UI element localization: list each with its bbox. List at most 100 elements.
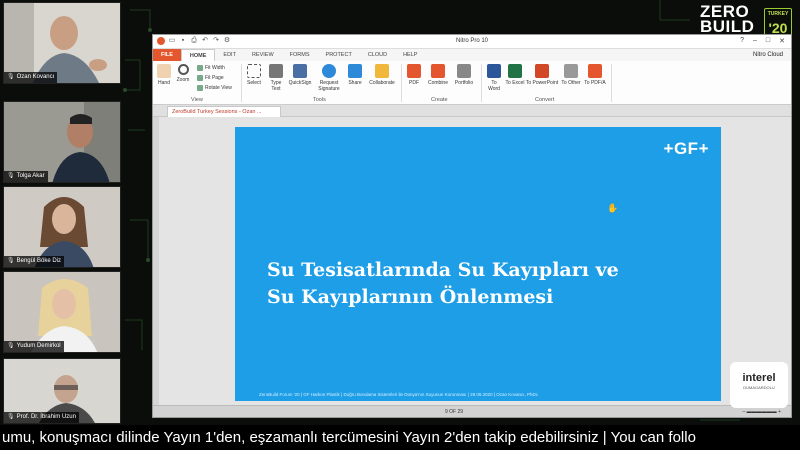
type-text-icon bbox=[269, 64, 283, 78]
document-tabs: ZeroBuild Turkey Sessions - Ozan ... bbox=[153, 105, 791, 117]
hand-button[interactable]: Hand bbox=[155, 64, 173, 86]
hand-label: Hand bbox=[158, 80, 170, 86]
fit-page-label: Fit Page bbox=[205, 75, 224, 81]
combine-button[interactable]: Combine bbox=[425, 64, 451, 86]
tab-cloud[interactable]: CLOUD bbox=[360, 49, 395, 61]
participant-list: 🎙 Ozan Kovancı 🎙 Tolga Akar 🎙 Bengül Bök… bbox=[3, 0, 121, 425]
request-signature-icon bbox=[322, 64, 336, 78]
rotate-view-button[interactable]: Rotate View bbox=[197, 85, 232, 91]
help-icon[interactable]: ? bbox=[740, 37, 744, 45]
quicksign-label: QuickSign bbox=[288, 80, 312, 86]
sponsor-sub: DUMAGARDOLU bbox=[743, 385, 775, 390]
window-controls: ? – □ ✕ bbox=[740, 37, 785, 45]
to-pdfa-label: To PDF/A bbox=[584, 80, 606, 86]
participant-name: Yudum Demirkol bbox=[16, 343, 61, 349]
participant-tile: 🎙 Ozan Kovancı bbox=[3, 2, 121, 84]
participant-tile: 🎙 Tolga Akar bbox=[3, 101, 121, 183]
share-button[interactable]: Share bbox=[345, 64, 365, 86]
ribbon-separator bbox=[401, 64, 402, 102]
to-word-button[interactable]: To Word bbox=[485, 64, 503, 92]
gf-logo: +GF+ bbox=[663, 139, 709, 158]
rotate-view-label: Rotate View bbox=[205, 85, 232, 91]
participant-tile: 🎙 Prof. Dr. İbrahim Uzun bbox=[3, 358, 121, 424]
ribbon-separator bbox=[481, 64, 482, 102]
presentation-slide: +GF+ ✋ Su Tesisatlarında Su Kayıpları ve… bbox=[235, 127, 721, 401]
page-indicator[interactable]: 9 OF 29 bbox=[445, 409, 463, 415]
tab-file[interactable]: FILE bbox=[153, 49, 181, 61]
collaborate-label: Collaborate bbox=[369, 80, 395, 86]
tab-forms[interactable]: FORMS bbox=[282, 49, 318, 61]
fit-width-button[interactable]: Fit Width bbox=[197, 65, 225, 71]
ribbon-separator bbox=[611, 64, 612, 102]
title-bar: ▭ ▪ ⎙ ↶ ↷ ⚙ Nitro Pro 10 ? – □ ✕ bbox=[153, 35, 791, 49]
tab-review[interactable]: REVIEW bbox=[244, 49, 282, 61]
collaborate-button[interactable]: Collaborate bbox=[367, 64, 397, 86]
status-bar: 9 OF 29 – ▬▬▬▬▬▬ + bbox=[153, 405, 791, 417]
share-icon bbox=[348, 64, 362, 78]
zoom-button[interactable]: Zoom bbox=[175, 64, 191, 83]
pdf-button[interactable]: PDF bbox=[405, 64, 423, 86]
view-group-label: View bbox=[191, 97, 203, 103]
tab-edit[interactable]: EDIT bbox=[215, 49, 244, 61]
document-viewer[interactable]: +GF+ ✋ Su Tesisatlarında Su Kayıpları ve… bbox=[159, 117, 791, 407]
fit-page-icon bbox=[197, 75, 203, 81]
to-excel-button[interactable]: To Excel bbox=[505, 64, 525, 86]
nitro-cloud-link[interactable]: Nitro Cloud bbox=[753, 49, 783, 61]
word-icon bbox=[487, 64, 501, 78]
request-signature-button[interactable]: Request Signature bbox=[315, 64, 343, 92]
zoom-icon bbox=[177, 64, 189, 75]
portfolio-icon bbox=[457, 64, 471, 78]
select-icon bbox=[247, 64, 261, 78]
quicksign-button[interactable]: QuickSign bbox=[287, 64, 313, 86]
fit-page-button[interactable]: Fit Page bbox=[197, 75, 224, 81]
to-excel-label: To Excel bbox=[505, 80, 525, 86]
window-title: Nitro Pro 10 bbox=[455, 38, 488, 44]
select-label: Select bbox=[247, 80, 261, 86]
combine-icon bbox=[431, 64, 445, 78]
ribbon-separator bbox=[241, 64, 242, 102]
tools-group-label: Tools bbox=[313, 97, 326, 103]
document-tab[interactable]: ZeroBuild Turkey Sessions - Ozan ... bbox=[167, 106, 281, 117]
tab-home[interactable]: HOME bbox=[180, 49, 216, 61]
select-button[interactable]: Select bbox=[245, 64, 263, 86]
to-powerpoint-button[interactable]: To PowerPoint bbox=[525, 64, 559, 86]
participant-name-bar: 🎙 Bengül Böke Diz bbox=[4, 256, 64, 267]
type-text-button[interactable]: Type Text bbox=[267, 64, 285, 92]
other-format-icon bbox=[564, 64, 578, 78]
sponsor-brand: interel bbox=[742, 372, 776, 384]
portfolio-button[interactable]: Portfolio bbox=[451, 64, 477, 86]
mic-icon: 🎙 bbox=[7, 258, 15, 264]
to-other-button[interactable]: To Other bbox=[559, 64, 583, 86]
zoom-slider[interactable]: – ▬▬▬▬▬▬ + bbox=[743, 409, 781, 415]
portfolio-label: Portfolio bbox=[454, 80, 474, 86]
slide-footer: ZeroBuild Forum '20 | GF Harkon Plastik … bbox=[259, 392, 539, 397]
to-powerpoint-label: To PowerPoint bbox=[525, 80, 559, 86]
sponsor-logo: interel DUMAGARDOLU bbox=[730, 362, 788, 408]
participant-name-bar: 🎙 Yudum Demirkol bbox=[4, 341, 64, 352]
hand-icon bbox=[157, 64, 171, 78]
combine-label: Combine bbox=[427, 80, 448, 86]
quicksign-icon bbox=[293, 64, 307, 78]
ribbon: Hand Zoom Fit Width Fit Page Rotate View… bbox=[153, 61, 791, 105]
maximize-icon[interactable]: □ bbox=[766, 37, 770, 45]
minimize-icon[interactable]: – bbox=[753, 37, 757, 45]
participant-name-bar: 🎙 Ozan Kovancı bbox=[4, 72, 58, 83]
to-word-label: To Word bbox=[488, 80, 500, 92]
participant-name: Ozan Kovancı bbox=[16, 74, 55, 80]
participant-name: Bengül Böke Diz bbox=[16, 258, 61, 264]
mic-icon: 🎙 bbox=[7, 74, 15, 80]
create-group-label: Create bbox=[431, 97, 448, 103]
convert-group-label: Convert bbox=[535, 97, 555, 103]
zoom-label: Zoom bbox=[176, 77, 190, 83]
to-pdfa-button[interactable]: To PDF/A bbox=[583, 64, 607, 86]
share-label: Share bbox=[348, 80, 362, 86]
excel-icon bbox=[508, 64, 522, 78]
slide-title: Su Tesisatlarında Su Kayıpları ve Su Kay… bbox=[267, 257, 707, 311]
tab-help[interactable]: HELP bbox=[395, 49, 425, 61]
mic-icon: 🎙 bbox=[7, 173, 15, 179]
slide-title-line2: Su Kayıplarının Önlenmesi bbox=[267, 286, 554, 308]
participant-name-bar: 🎙 Prof. Dr. İbrahim Uzun bbox=[4, 412, 79, 423]
tab-protect[interactable]: PROTECT bbox=[318, 49, 360, 61]
close-icon[interactable]: ✕ bbox=[779, 37, 785, 45]
participant-name-bar: 🎙 Tolga Akar bbox=[4, 171, 48, 182]
